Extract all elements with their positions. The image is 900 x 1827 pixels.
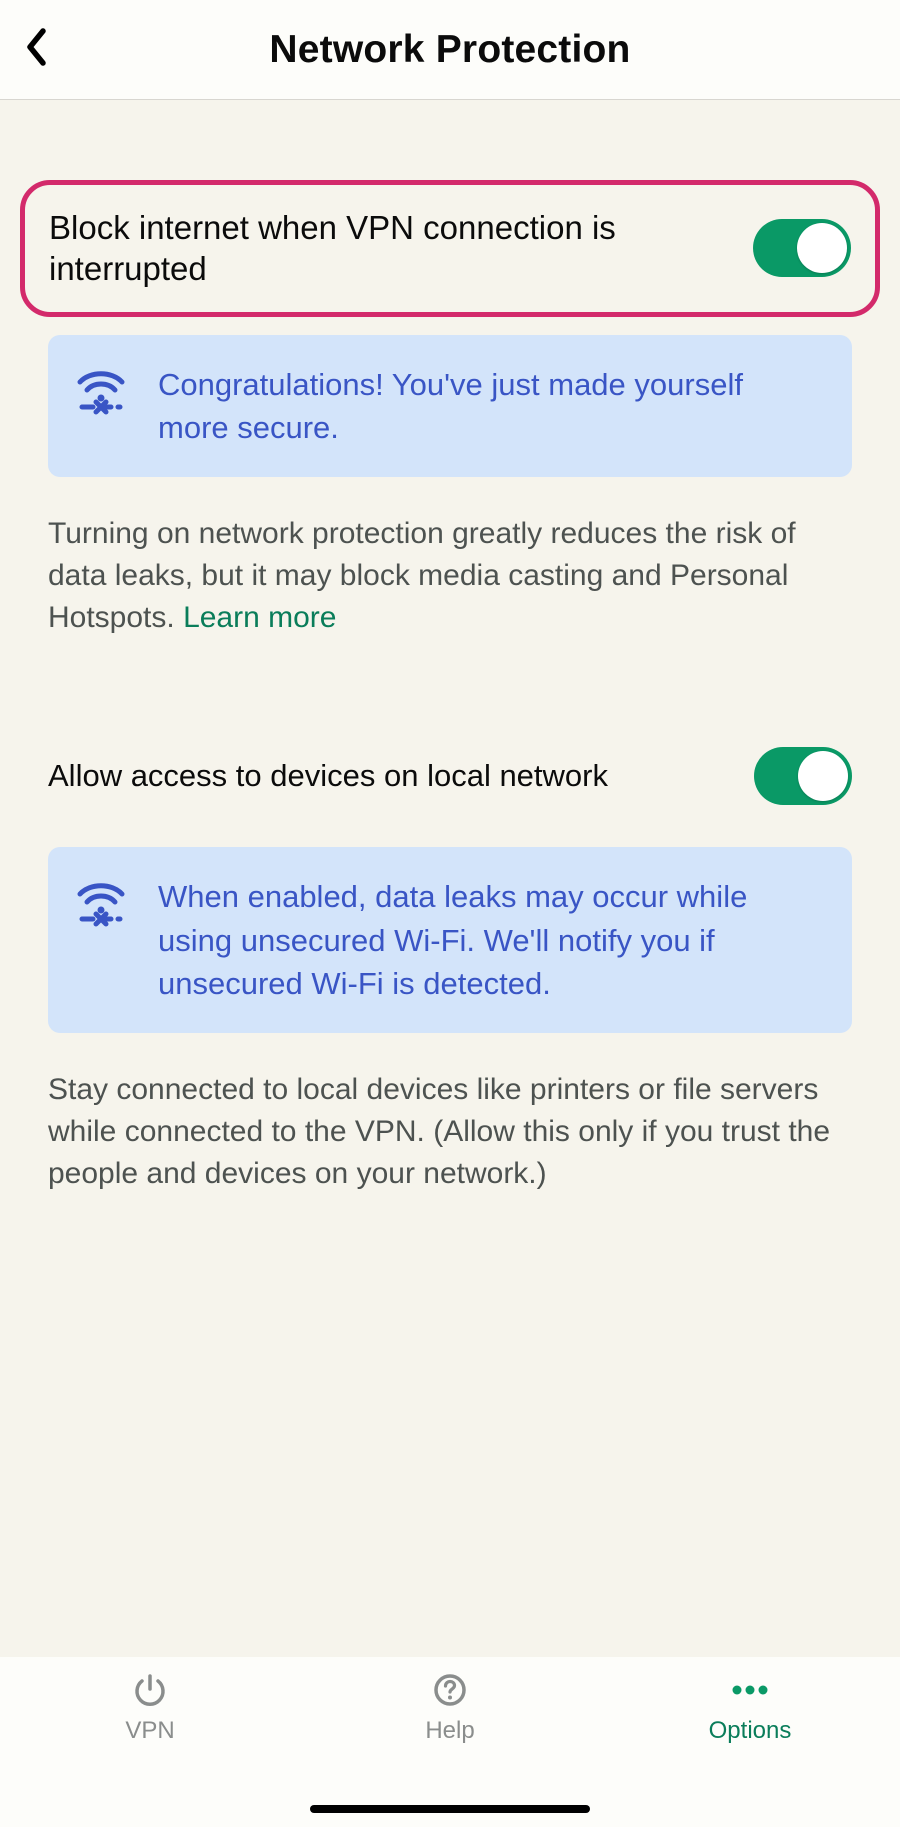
block-internet-description-text: Turning on network protection greatly re…	[48, 517, 796, 634]
tab-bar: VPN Help Options	[0, 1657, 900, 1827]
tab-help[interactable]: Help	[300, 1671, 600, 1827]
setting-local-network-label: Allow access to devices on local network	[48, 757, 738, 796]
local-network-description: Stay connected to local devices like pri…	[48, 1069, 852, 1195]
tab-vpn[interactable]: VPN	[0, 1671, 300, 1827]
help-icon	[432, 1671, 468, 1709]
tab-help-label: Help	[425, 1717, 474, 1745]
wifi-shield-icon	[74, 879, 128, 927]
setting-local-network[interactable]: Allow access to devices on local network	[48, 747, 852, 805]
wifi-shield-icon	[74, 367, 128, 415]
callout-local-network: When enabled, data leaks may occur while…	[48, 847, 852, 1033]
tab-options-label: Options	[709, 1717, 792, 1745]
block-internet-description: Turning on network protection greatly re…	[48, 513, 852, 639]
toggle-wrap	[754, 747, 852, 805]
setting-block-internet[interactable]: Block internet when VPN connection is in…	[20, 180, 880, 317]
chevron-left-icon	[23, 27, 49, 72]
power-icon	[132, 1671, 168, 1709]
ellipsis-icon	[728, 1671, 772, 1709]
tab-options[interactable]: Options	[600, 1671, 900, 1827]
setting-block-internet-label: Block internet when VPN connection is in…	[49, 207, 737, 290]
toggle-knob	[797, 223, 847, 273]
page-title: Network Protection	[269, 28, 630, 72]
learn-more-link[interactable]: Learn more	[183, 601, 336, 634]
toggle-knob	[798, 751, 848, 801]
toggle-wrap	[753, 219, 851, 277]
back-button[interactable]	[14, 28, 58, 72]
callout-block-internet: Congratulations! You've just made yourse…	[48, 335, 852, 478]
content-area: Block internet when VPN connection is in…	[0, 100, 900, 1195]
local-network-toggle[interactable]	[754, 747, 852, 805]
tab-vpn-label: VPN	[125, 1717, 174, 1745]
header-bar: Network Protection	[0, 0, 900, 100]
callout-local-network-text: When enabled, data leaks may occur while…	[158, 875, 822, 1005]
callout-block-internet-text: Congratulations! You've just made yourse…	[158, 363, 822, 450]
home-indicator[interactable]	[310, 1805, 590, 1813]
block-internet-toggle[interactable]	[753, 219, 851, 277]
